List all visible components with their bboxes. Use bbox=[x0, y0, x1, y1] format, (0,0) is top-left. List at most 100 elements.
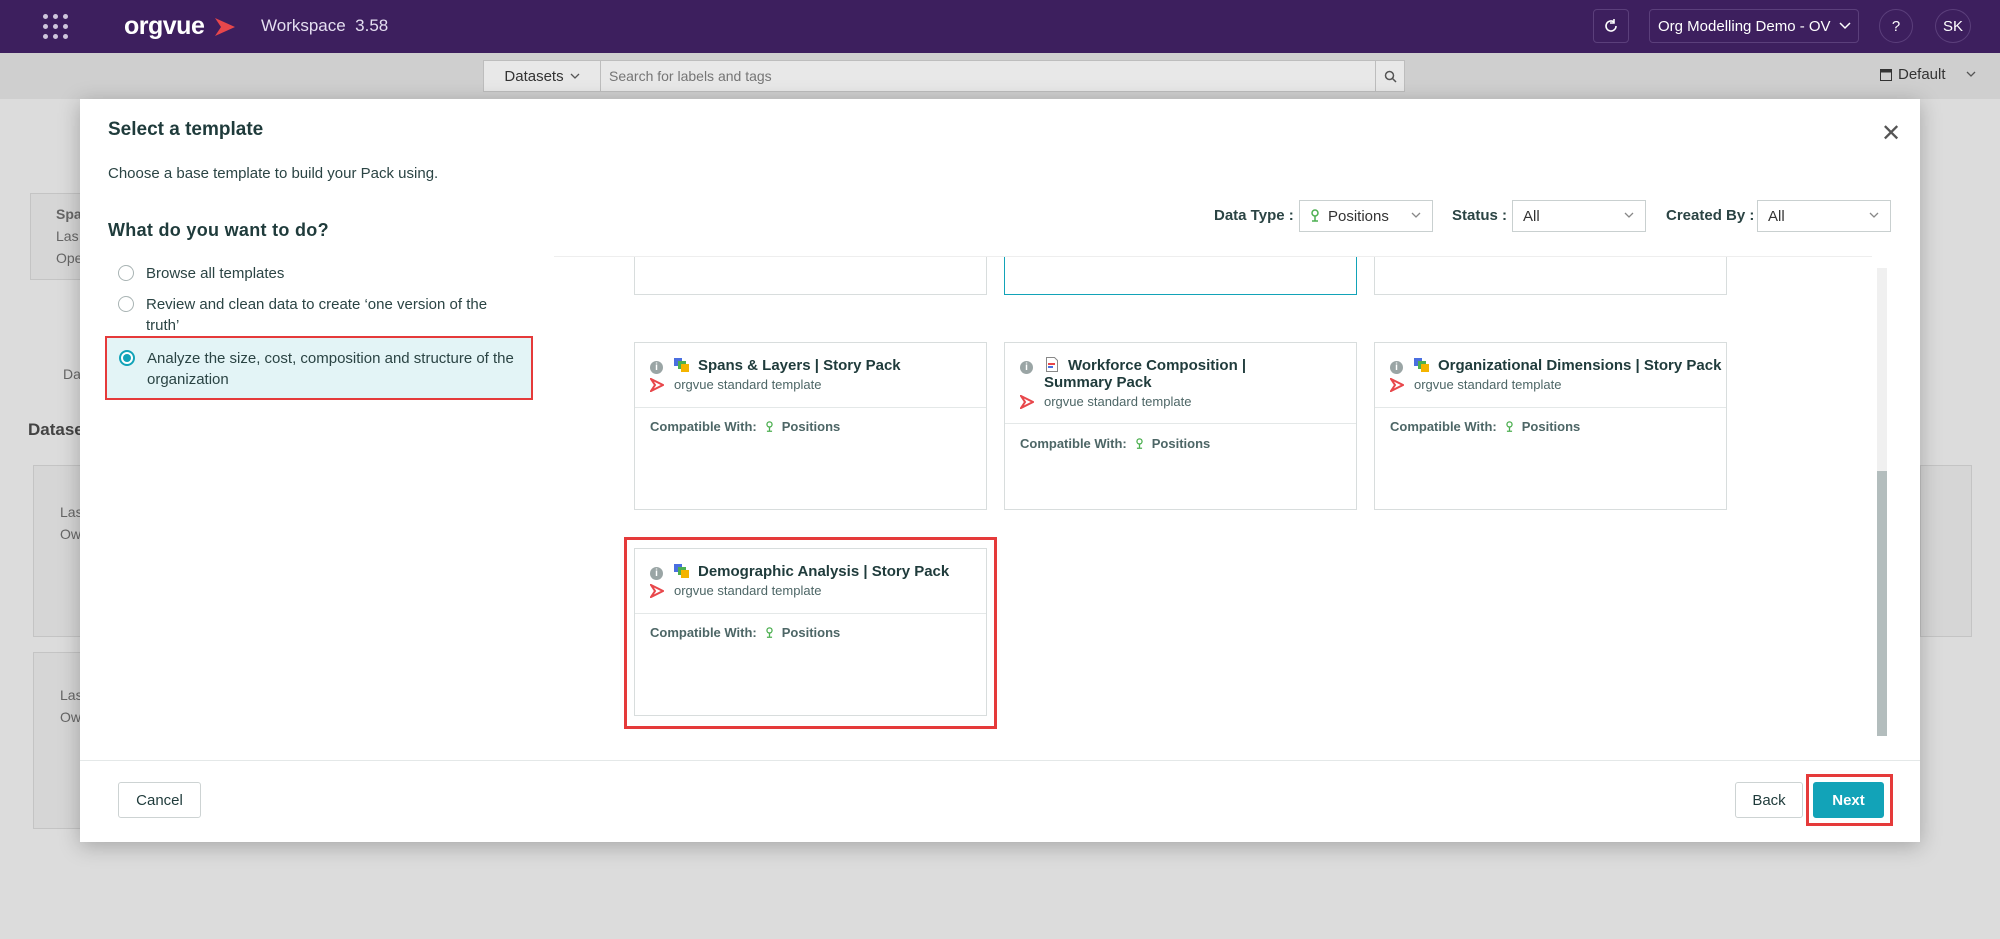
compat-value: Positions bbox=[781, 419, 841, 434]
status-value: All bbox=[1523, 207, 1540, 225]
modal-title: Select a template bbox=[108, 119, 264, 140]
status-select[interactable]: All bbox=[1512, 200, 1646, 232]
template-card[interactable]: i Organizational Dimensions | Story Pack… bbox=[1374, 342, 1727, 510]
chevron-down-icon bbox=[1411, 212, 1421, 218]
chevron-down-icon bbox=[1966, 71, 1975, 77]
workspace-title: Workspace 3.58 bbox=[261, 16, 389, 35]
created-by-value: All bbox=[1768, 207, 1785, 225]
data-type-label: Data Type : bbox=[1214, 207, 1294, 224]
template-card[interactable]: i Spans & Layers | Story Pack orgvue sta… bbox=[634, 342, 987, 510]
back-button[interactable]: Back bbox=[1735, 782, 1803, 818]
close-icon[interactable]: ✕ bbox=[1881, 119, 1901, 148]
option-label: Analyze the size, cost, composition and … bbox=[147, 350, 514, 388]
option-review-clean[interactable]: Review and clean data to create ‘one ver… bbox=[118, 294, 518, 336]
card-source: orgvue standard template bbox=[1044, 394, 1192, 409]
background-card: Las Ow bbox=[33, 465, 85, 637]
app-launcher-icon[interactable] bbox=[43, 14, 69, 40]
cancel-button[interactable]: Cancel bbox=[118, 782, 201, 818]
card-header bbox=[1375, 343, 1726, 408]
option-analyze-selected[interactable]: Analyze the size, cost, composition and … bbox=[105, 336, 533, 400]
chevron-down-icon bbox=[570, 73, 580, 79]
layout-icon bbox=[1880, 68, 1892, 81]
background-text: Ow bbox=[60, 526, 81, 542]
template-card-partial[interactable] bbox=[1004, 257, 1357, 295]
info-icon[interactable]: i bbox=[650, 361, 663, 374]
logo: orgvue bbox=[124, 12, 205, 40]
template-card[interactable]: i Workforce Composition | Summary Pack o… bbox=[1004, 342, 1357, 510]
background-card: Las Ow bbox=[33, 652, 85, 829]
positions-icon bbox=[766, 420, 773, 432]
info-icon[interactable]: i bbox=[650, 567, 663, 580]
scrollbar-thumb[interactable] bbox=[1877, 471, 1887, 736]
top-navigation-bar: orgvue Workspace 3.58 Org Modelling Demo… bbox=[0, 0, 2000, 53]
logo-mark-icon bbox=[215, 18, 235, 36]
created-by-select[interactable]: All bbox=[1757, 200, 1891, 232]
card-compatibility: Compatible With: Positions bbox=[650, 419, 840, 434]
chevron-down-icon bbox=[1869, 212, 1879, 218]
refresh-button[interactable] bbox=[1593, 9, 1629, 43]
compat-label: Compatible With: bbox=[650, 419, 757, 434]
background-card bbox=[1920, 465, 1972, 637]
option-label: Browse all templates bbox=[146, 265, 285, 282]
created-by-label: Created By : bbox=[1666, 207, 1755, 224]
search-bar: Datasets bbox=[483, 60, 1405, 92]
select-template-modal: Select a template ✕ Choose a base templa… bbox=[80, 99, 1920, 842]
user-avatar[interactable]: SK bbox=[1935, 9, 1971, 43]
card-header bbox=[635, 549, 986, 614]
orgvue-logo-icon bbox=[650, 378, 664, 392]
background-section-title: Datase bbox=[28, 420, 84, 439]
option-browse-all[interactable]: Browse all templates bbox=[118, 263, 558, 284]
radio-button[interactable] bbox=[118, 265, 134, 281]
modal-subtitle: Choose a base template to build your Pac… bbox=[108, 165, 439, 182]
card-title: Spans & Layers | Story Pack bbox=[698, 357, 901, 374]
card-title: Workforce Composition | Summary Pack bbox=[1044, 357, 1247, 391]
view-selector-label: Default bbox=[1898, 66, 1946, 83]
compat-label: Compatible With: bbox=[650, 625, 757, 640]
template-card[interactable]: i Demographic Analysis | Story Pack orgv… bbox=[634, 548, 987, 716]
background-text: Ow bbox=[60, 709, 81, 725]
background-text: Ope bbox=[56, 250, 83, 266]
info-icon[interactable]: i bbox=[1020, 361, 1033, 374]
question-heading: What do you want to do? bbox=[108, 220, 329, 240]
story-pack-icon bbox=[1414, 358, 1429, 372]
story-pack-icon bbox=[674, 564, 689, 578]
template-card-partial[interactable] bbox=[634, 257, 987, 295]
radio-button-selected[interactable] bbox=[119, 350, 135, 366]
datasets-dropdown[interactable]: Datasets bbox=[484, 61, 601, 91]
card-title: Organizational Dimensions | Story Pack bbox=[1438, 357, 1722, 374]
datasets-dropdown-label: Datasets bbox=[504, 67, 564, 85]
template-card-partial[interactable] bbox=[1374, 257, 1727, 295]
search-input[interactable] bbox=[601, 61, 1375, 91]
positions-icon bbox=[1506, 420, 1513, 432]
info-icon[interactable]: i bbox=[1390, 361, 1403, 374]
data-type-select[interactable]: Positions bbox=[1299, 200, 1433, 232]
footer-divider bbox=[80, 760, 1920, 761]
chevron-down-icon bbox=[1839, 22, 1851, 30]
background-text: Las bbox=[56, 228, 79, 244]
data-type-value: Positions bbox=[1328, 207, 1389, 225]
status-label: Status : bbox=[1452, 207, 1508, 224]
background-text: Spa bbox=[56, 206, 82, 222]
org-selector-label: Org Modelling Demo - OV bbox=[1658, 17, 1831, 35]
org-selector[interactable]: Org Modelling Demo - OV bbox=[1649, 9, 1859, 43]
card-compatibility: Compatible With: Positions bbox=[650, 625, 840, 640]
orgvue-logo-icon bbox=[1020, 395, 1034, 409]
card-header bbox=[635, 343, 986, 408]
radio-button[interactable] bbox=[118, 296, 134, 312]
help-button[interactable]: ? bbox=[1879, 9, 1913, 43]
search-button[interactable] bbox=[1375, 61, 1404, 91]
option-label: Review and clean data to create ‘one ver… bbox=[146, 296, 488, 334]
template-list[interactable]: i Spans & Layers | Story Pack orgvue sta… bbox=[554, 256, 1872, 737]
orgvue-logo-icon bbox=[650, 584, 664, 598]
workspace-version: 3.58 bbox=[355, 16, 389, 35]
positions-icon bbox=[1311, 209, 1319, 222]
positions-icon bbox=[1136, 437, 1143, 449]
chevron-down-icon bbox=[1624, 212, 1634, 218]
compat-value: Positions bbox=[781, 625, 841, 640]
compat-value: Positions bbox=[1151, 436, 1211, 451]
next-button[interactable]: Next bbox=[1813, 782, 1884, 818]
compat-label: Compatible With: bbox=[1390, 419, 1497, 434]
orgvue-logo-icon bbox=[1390, 378, 1404, 392]
card-compatibility: Compatible With: Positions bbox=[1390, 419, 1580, 434]
view-selector[interactable]: Default bbox=[1880, 66, 1976, 83]
